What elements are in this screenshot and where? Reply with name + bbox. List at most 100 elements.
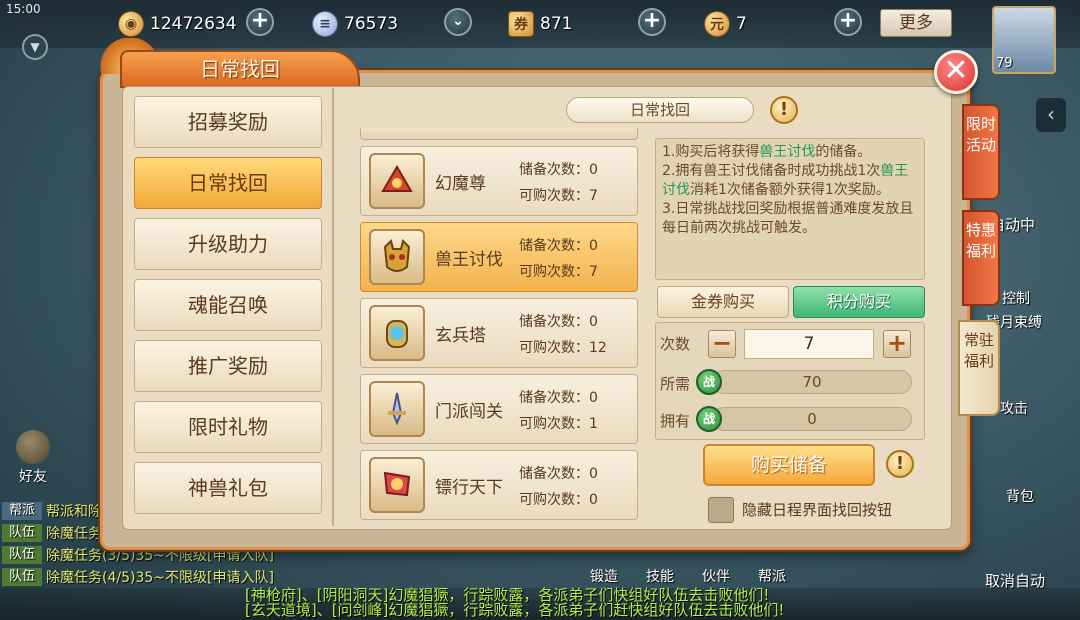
info-exclamation-icon[interactable]: ! [770, 96, 798, 124]
row-buyable: 可购次数：0 [519, 492, 598, 508]
menu-item-recruit-reward[interactable]: 招募奖励 [134, 96, 322, 148]
tower-orb-icon [369, 305, 425, 361]
more-button[interactable]: 更多 [880, 9, 952, 37]
friends-button[interactable]: 好友 [6, 430, 60, 490]
tab-regular-welfare[interactable]: 常驻福利 [958, 320, 1000, 416]
recovery-description: 1.购买后将获得兽王讨伐的储备。 2.拥有兽王讨伐储备时成功挑战1次兽王讨伐消耗… [655, 138, 925, 280]
escort-banner-icon [369, 457, 425, 513]
friends-icon [16, 430, 50, 464]
desc-line-3: 3.日常挑战找回奖励根据普通难度发放且每日前两次挑战可触发。 [662, 201, 914, 236]
hide-recovery-button-label: 隐藏日程界面找回按钮 [742, 501, 893, 519]
chat-channel-tag: 队伍 [2, 546, 42, 564]
announcement-line-2: [玄天道境]、[问剑峰]幻魔猖獗，行踪败露，各派弟子们赶快组好队伍去击败他们! [245, 601, 785, 619]
cancel-auto-button[interactable]: 取消自动 [972, 520, 1058, 590]
menu-item-level-boost[interactable]: 升级助力 [134, 218, 322, 270]
row-stock: 储备次数：0 [519, 162, 598, 178]
ticket-resource: 券 871 [508, 10, 572, 38]
friends-label: 好友 [19, 469, 47, 485]
tab-special-welfare[interactable]: 特惠福利 [962, 210, 1000, 306]
player-level: 79 [996, 56, 1013, 71]
tab-points-purchase[interactable]: 积分购买 [793, 286, 925, 318]
chat-text: 除魔任务 [46, 526, 102, 542]
buy-info-exclamation-icon[interactable]: ! [886, 450, 914, 478]
system-announcement: [神枪府]、[阴阳洞天]幻魔猖獗，行踪败露，各派弟子们快组好队伍去击败他们! [… [245, 588, 845, 618]
list-header: 日常找回 [566, 97, 754, 123]
dialog-title: 日常找回 [120, 50, 360, 88]
battle-point-coin-icon: 战 [696, 369, 722, 395]
beast-mask-icon [369, 229, 425, 285]
ingot-resource: 元 7 [704, 10, 747, 38]
row-name: 玄兵塔 [435, 326, 486, 346]
quantity-plus-button[interactable]: + [883, 330, 911, 358]
menu-divider [332, 88, 334, 526]
scroll-value: 76573 [344, 14, 399, 34]
copper-resource: ◉ 12472634 [118, 10, 237, 38]
chat-channel-tag: 队伍 [2, 568, 42, 586]
side-panel-arrow-icon[interactable]: ‹ [1036, 98, 1066, 132]
attack-button[interactable]: 攻击 [1000, 398, 1028, 418]
copper-value: 12472634 [150, 14, 237, 34]
backpack-button[interactable]: 背包 [1006, 486, 1034, 506]
menu-item-soul-summon[interactable]: 魂能召唤 [134, 279, 322, 331]
chat-text: 除魔任务(4/5)35~不限级[申请入队] [46, 570, 274, 586]
close-icon[interactable]: ✕ [934, 50, 978, 94]
row-buyable: 可购次数：12 [519, 340, 607, 356]
row-buyable: 可购次数：1 [519, 416, 598, 432]
row-name: 门派闯关 [435, 402, 503, 422]
menu-item-daily-recovery[interactable]: 日常找回 [134, 157, 322, 209]
scroll-fan-icon [369, 153, 425, 209]
status-time: 15:00 [6, 2, 41, 16]
scroll-icon: ≡ [312, 11, 338, 37]
tab-limited-activity[interactable]: 限时活动 [962, 104, 1000, 200]
desc-line-1: 1.购买后将获得兽王讨伐的储备。 [662, 144, 872, 160]
hide-recovery-button-checkbox[interactable] [708, 497, 734, 523]
buy-stock-button[interactable]: 购买储备 [703, 444, 875, 486]
row-stock: 储备次数：0 [519, 238, 598, 254]
row-buyable: 可购次数：7 [519, 188, 598, 204]
cost-label: 所需 [660, 375, 691, 393]
row-stock: 储备次数：0 [519, 314, 598, 330]
collapse-chevron-icon[interactable]: ▼ [22, 34, 48, 60]
recovery-row[interactable]: 门派闯关 储备次数：0 可购次数：1 [360, 374, 638, 444]
add-ingot-button[interactable]: + [834, 8, 862, 36]
quantity-minus-button[interactable]: − [708, 330, 736, 358]
list-row-partial [360, 128, 638, 140]
gold-ingot-icon: 元 [704, 11, 730, 37]
ticket-icon: 券 [508, 11, 534, 37]
ingot-value: 7 [736, 14, 747, 34]
row-buyable: 可购次数：7 [519, 264, 598, 280]
cost-value: 70 [712, 370, 912, 394]
owned-value: 0 [712, 407, 912, 431]
recovery-row[interactable]: 镖行天下 储备次数：0 可购次数：0 [360, 450, 638, 520]
row-name: 幻魔尊 [435, 174, 486, 194]
copper-coin-icon: ◉ [118, 11, 144, 37]
ticket-value: 871 [540, 14, 573, 34]
row-stock: 储备次数：0 [519, 466, 598, 482]
chat-text: 帮派和除 [46, 504, 102, 520]
quantity-label: 次数 [660, 335, 691, 353]
scroll-resource: ≡ 76573 [312, 10, 398, 38]
add-copper-button[interactable]: + [246, 8, 274, 36]
add-ticket-button[interactable]: + [638, 8, 666, 36]
chat-line: 队伍 除魔任务(4/5)35~不限级[申请入队] [0, 566, 380, 588]
chat-channel-tag: 队伍 [2, 524, 42, 542]
tab-gold-coupon-purchase[interactable]: 金券购买 [657, 286, 789, 318]
battle-point-coin-icon: 战 [696, 406, 722, 432]
sword-shield-icon [369, 381, 425, 437]
row-name: 镖行天下 [435, 478, 503, 498]
expand-resources-button[interactable]: ⌄ [444, 8, 472, 36]
menu-item-promo-reward[interactable]: 推广奖励 [134, 340, 322, 392]
menu-item-beast-pack[interactable]: 神兽礼包 [134, 462, 322, 514]
owned-label: 拥有 [660, 412, 691, 430]
recovery-row[interactable]: 兽王讨伐 储备次数：0 可购次数：7 [360, 222, 638, 292]
menu-item-limited-gift[interactable]: 限时礼物 [134, 401, 322, 453]
top-resource-bar: 15:00 ◉ 12472634 + ≡ 76573 ⌄ 券 871 + 元 7… [0, 0, 1080, 48]
quantity-input[interactable]: 7 [744, 329, 874, 359]
recovery-row[interactable]: 幻魔尊 储备次数：0 可购次数：7 [360, 146, 638, 216]
recovery-row[interactable]: 玄兵塔 储备次数：0 可购次数：12 [360, 298, 638, 368]
row-stock: 储备次数：0 [519, 390, 598, 406]
chat-channel-tag: 帮派 [2, 502, 42, 520]
control-label: 控制 [1002, 291, 1030, 307]
desc-line-2: 2.拥有兽王讨伐储备时成功挑战1次兽王讨伐消耗1次储备额外获得1次奖励。 [662, 163, 909, 198]
row-name: 兽王讨伐 [435, 250, 503, 270]
